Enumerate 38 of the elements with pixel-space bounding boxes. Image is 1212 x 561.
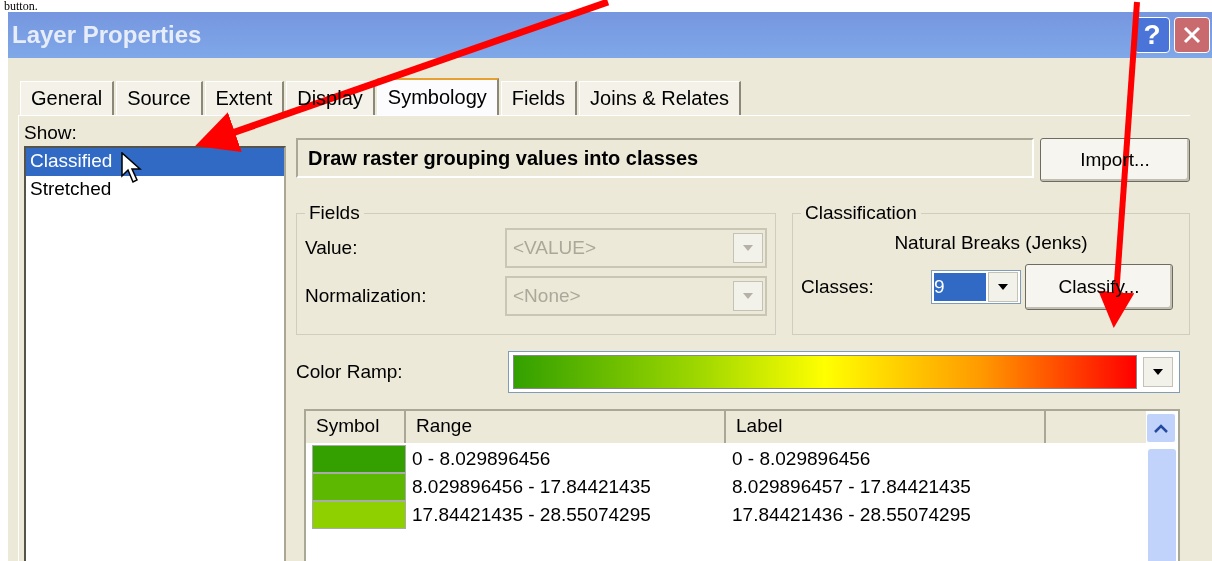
table-cell-text: 17.84421435 - 28.55074295 [412,504,652,526]
field-label: Normalization: [305,285,428,307]
column-header[interactable]: Range [406,411,726,443]
table-cell-text: 0 - 8.029896456 [412,448,552,470]
mouse-pointer-icon [121,152,143,184]
table-cell-text: 8.029896456 - 17.84421435 [412,476,652,498]
caret-icon [998,284,1008,290]
document-text: button. [3,0,39,12]
list-item[interactable]: Stretched [26,176,284,204]
table-cell: 0 - 8.029896456 [732,448,871,470]
column-header[interactable]: Symbol [306,411,406,443]
caret-icon [1153,369,1163,375]
tab[interactable]: Extent [204,81,285,115]
caret-icon [743,293,753,299]
group-title: Classification [804,202,918,224]
field-label: Value: [305,237,359,259]
classes-label: Classes: [801,276,875,298]
tab[interactable]: Source [116,81,203,115]
color-ramp-dropdown[interactable] [508,351,1180,393]
table-cell: 8.029896457 - 17.84421435 [732,476,971,498]
tab[interactable]: Fields [500,81,578,115]
scroll-up-button[interactable] [1146,413,1176,443]
table-cell: 17.84421436 - 28.55074295 [732,504,971,526]
color-ramp-label: Color Ramp: [296,361,404,383]
tab[interactable]: Symbology [376,78,499,115]
chevron-up-icon [1154,423,1168,433]
close-icon [1182,25,1202,45]
method-text: Natural Breaks (Jenks) [893,232,1089,254]
classes-dropdown[interactable]: 9 [931,270,1021,304]
caret-icon [743,245,753,251]
column-header[interactable]: Label [726,411,1046,443]
group-title: Fields [308,202,361,224]
close-button[interactable] [1174,17,1210,53]
tab[interactable]: Joins & Relates [579,81,742,115]
window-title: Layer Properties [12,21,202,49]
tab[interactable]: General [20,81,115,115]
description-box: Draw raster grouping values into classes [296,138,1034,178]
show-label: Show: [24,122,78,144]
